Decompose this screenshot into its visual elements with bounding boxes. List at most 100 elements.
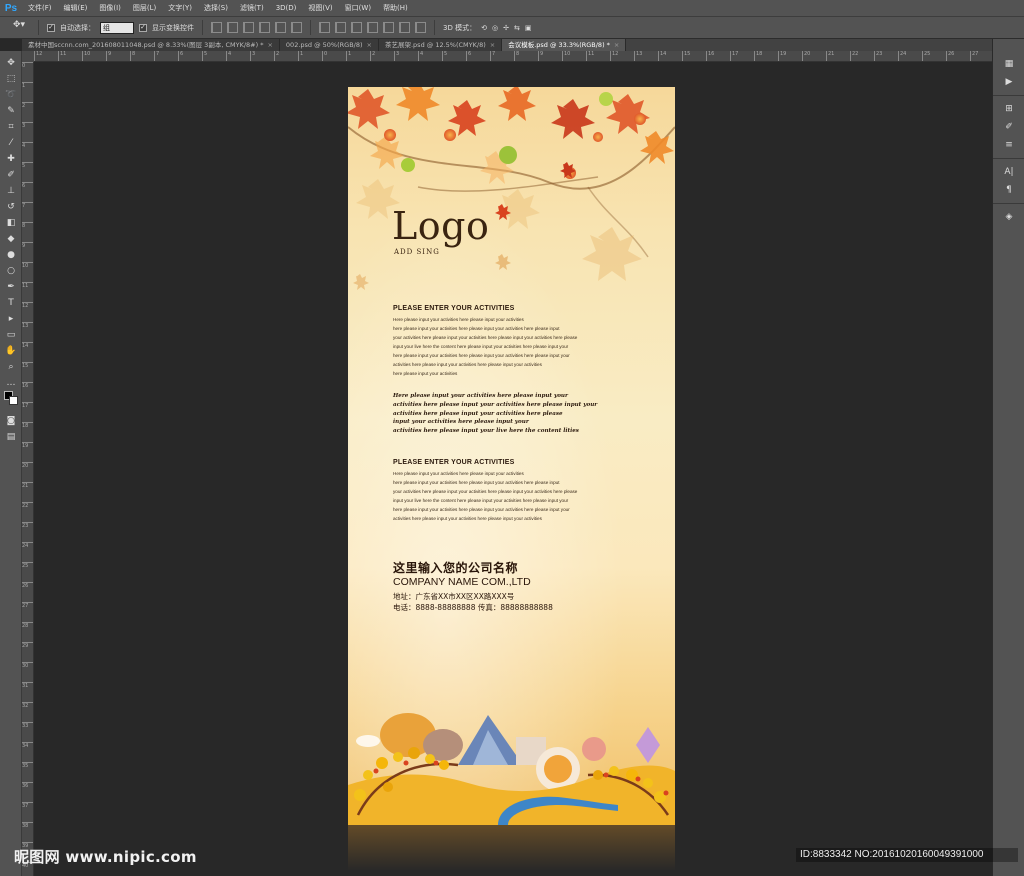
align-hcenter-icon[interactable] (275, 22, 286, 33)
company-name-en: COMPANY NAME COM.,LTD (393, 576, 531, 588)
character-panel-icon[interactable]: A| (993, 163, 1024, 181)
rectangle-tool-icon[interactable]: ▭ (0, 327, 22, 343)
ruler-tick-label: 22 (22, 502, 33, 509)
distribute-bottom-icon[interactable] (351, 22, 362, 33)
brush-tool-icon[interactable]: ✐ (0, 167, 22, 183)
distribute-right-icon[interactable] (399, 22, 410, 33)
screen-mode-icon[interactable]: ▤ (0, 429, 22, 445)
3d-rotate-icon[interactable]: ⟲ (481, 24, 487, 32)
ruler-tick-label: 2 (274, 51, 279, 61)
ruler-tick-label: 33 (22, 722, 33, 729)
menu-item[interactable]: 文件(F) (22, 0, 58, 17)
ruler-tick-label: 14 (658, 51, 666, 61)
properties-panel-icon[interactable]: ⊞ (993, 100, 1024, 118)
eyedropper-tool-icon[interactable]: ⁄ (0, 135, 22, 151)
menu-item[interactable]: 窗口(W) (339, 0, 377, 17)
dodge-tool-icon[interactable]: ○ (0, 263, 22, 279)
marquee-tool-icon[interactable]: ⬚ (0, 71, 22, 87)
menu-item[interactable]: 帮助(H) (377, 0, 414, 17)
healing-brush-tool-icon[interactable]: ✚ (0, 151, 22, 167)
distribute-hcenter-icon[interactable] (383, 22, 394, 33)
ruler-tick-label: 18 (754, 51, 762, 61)
menu-item[interactable]: 选择(S) (198, 0, 234, 17)
show-transform-checkbox[interactable]: ✓ (139, 23, 147, 32)
hand-tool-icon[interactable]: ✋ (0, 343, 22, 359)
history-panel-icon[interactable]: ▦ (993, 55, 1024, 73)
panel-group: A| ¶ (993, 158, 1024, 199)
history-brush-tool-icon[interactable]: ↺ (0, 199, 22, 215)
crop-tool-icon[interactable]: ⌗ (0, 119, 22, 135)
3d-scale-icon[interactable]: ▣ (525, 24, 532, 32)
distribute-top-icon[interactable] (319, 22, 330, 33)
quick-mask-icon[interactable]: ◙ (0, 413, 22, 429)
eraser-tool-icon[interactable]: ◧ (0, 215, 22, 231)
blur-tool-icon[interactable]: ● (0, 247, 22, 263)
type-tool-icon[interactable]: T (0, 295, 22, 311)
more-tools-icon[interactable]: … (0, 375, 22, 391)
ruler-tick-label: 25 (22, 562, 33, 569)
document-tab[interactable]: 素材中国sccnn.com_2016080110​48.psd @ 8.33%(… (22, 39, 280, 51)
move-tool-preset-icon[interactable]: ✥▾ (8, 20, 30, 35)
body-line: activities here please input your live h… (393, 428, 579, 435)
distribute-vcenter-icon[interactable] (335, 22, 346, 33)
actions-panel-icon[interactable]: ▶ (993, 73, 1024, 91)
document-tab[interactable]: 会议模板.psd @ 33.3%(RGB/8) * × (502, 39, 627, 51)
3d-roll-icon[interactable]: ◎ (492, 24, 498, 32)
ruler-tick-label: 10 (562, 51, 570, 61)
ruler-corner[interactable] (22, 51, 34, 62)
body-line: your activities here please input your a… (393, 335, 578, 340)
poster-document[interactable]: Logo ADD SING PLEASE ENTER YOUR ACTIVITI… (348, 87, 675, 825)
company-name-cn: 这里输入您的公司名称 (393, 561, 519, 575)
align-right-icon[interactable] (291, 22, 302, 33)
body-line: activities here please input your activi… (393, 401, 598, 408)
menu-item[interactable]: 视图(V) (302, 0, 338, 17)
3d-slide-icon[interactable]: ⇆ (514, 24, 520, 32)
menu-item[interactable]: 3D(D) (270, 0, 303, 17)
lasso-tool-icon[interactable]: ➰ (0, 87, 22, 103)
clone-stamp-tool-icon[interactable]: ⊥ (0, 183, 22, 199)
ruler-tick-label: 21 (22, 482, 33, 489)
ruler-tick-label: 0 (22, 62, 33, 69)
horizontal-ruler[interactable]: 12 11 10 9 8 7 6 5 4 3 2 1 0 1 2 3 4 5 6 7 8 9 10 11 12 13 14 15 16 1… (34, 51, 992, 62)
background-color-swatch[interactable] (9, 396, 18, 405)
close-icon[interactable]: × (490, 39, 495, 51)
ruler-tick-label: 19 (22, 442, 33, 449)
auto-select-checkbox[interactable]: ✓ (47, 23, 55, 32)
adjustments-panel-icon[interactable]: ≡ (993, 136, 1024, 154)
menu-item[interactable]: 文字(Y) (162, 0, 198, 17)
document-tab[interactable]: 茶艺展架.psd @ 12.5%(CMYK/8) × (378, 39, 503, 51)
close-icon[interactable]: × (367, 39, 372, 51)
auto-select-dropdown[interactable]: 组 (100, 21, 134, 34)
3d-panel-icon[interactable]: ◈ (993, 208, 1024, 226)
brush-panel-icon[interactable]: ✐ (993, 118, 1024, 136)
body-line: activities here please input your activi… (393, 516, 542, 521)
vertical-ruler[interactable]: 0 1 2 3 4 5 6 7 8 9 10 11 12 13 14 15 16 17 18 19 20 21 22 23 24… (22, 62, 34, 876)
ruler-tick-label: 9 (22, 242, 33, 249)
ruler-tick-label: 13 (22, 322, 33, 329)
3d-pan-icon[interactable]: ✢ (503, 24, 509, 32)
align-vcenter-icon[interactable] (227, 22, 238, 33)
quick-select-tool-icon[interactable]: ✎ (0, 103, 22, 119)
align-left-icon[interactable] (259, 22, 270, 33)
align-top-icon[interactable] (211, 22, 222, 33)
document-tab[interactable]: 002.psd @ 50%(RGB/8) × (279, 39, 379, 51)
menu-item[interactable]: 编辑(E) (58, 0, 94, 17)
distribute-left-icon[interactable] (367, 22, 378, 33)
path-selection-tool-icon[interactable]: ▸ (0, 311, 22, 327)
menu-item[interactable]: 图层(L) (127, 0, 162, 17)
menu-item[interactable]: 图像(I) (93, 0, 127, 17)
options-bar: ✥▾ ✓ 自动选择： 组 ✓ 显示变换控件 3D 模式： ⟲ ◎ ✢ ⇆ ▣ (0, 17, 1024, 39)
pen-tool-icon[interactable]: ✒ (0, 279, 22, 295)
menu-item[interactable]: 滤镜(T) (234, 0, 270, 17)
poster-logo-subtitle: ADD SING (394, 248, 440, 256)
photoshop-logo[interactable]: Ps (0, 0, 22, 17)
align-bottom-icon[interactable] (243, 22, 254, 33)
ruler-tick-label: 1 (298, 51, 303, 61)
paint-bucket-tool-icon[interactable]: ◆ (0, 231, 22, 247)
auto-align-icon[interactable] (415, 22, 426, 33)
paragraph-panel-icon[interactable]: ¶ (993, 181, 1024, 199)
zoom-tool-icon[interactable]: ⌕ (0, 359, 22, 375)
close-icon[interactable]: × (614, 39, 619, 51)
move-tool-icon[interactable]: ✥ (0, 55, 22, 71)
close-icon[interactable]: × (267, 39, 272, 51)
